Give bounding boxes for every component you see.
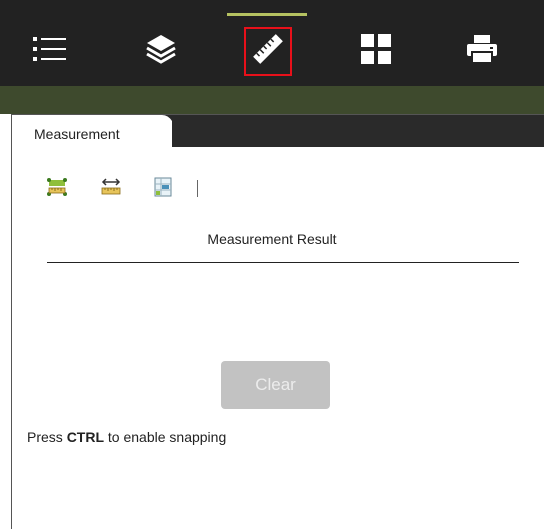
measurement-highlight-box: [244, 27, 292, 76]
toolbar-band: [0, 86, 544, 114]
list-icon: [33, 37, 66, 61]
location-measure-icon: [154, 177, 172, 197]
layers-tool-button[interactable]: [136, 20, 186, 78]
widget-toolbar: [0, 0, 544, 86]
grid-icon: [361, 34, 391, 64]
snapping-hint-suffix: to enable snapping: [104, 429, 227, 445]
layers-icon: [146, 35, 176, 64]
tab-strip: Measurement: [12, 115, 544, 147]
snapping-hint-key: CTRL: [66, 429, 105, 445]
toolbar-separator: [197, 180, 198, 197]
result-divider: [47, 262, 519, 263]
location-measure-button[interactable]: [152, 176, 174, 198]
measurement-result-title: Measurement Result: [207, 231, 337, 247]
print-tool-button[interactable]: [457, 20, 507, 78]
tab-measurement-label: Measurement: [34, 126, 120, 142]
clear-button[interactable]: Clear: [221, 361, 330, 409]
snapping-hint: Press CTRL to enable snapping: [27, 429, 226, 445]
basemap-tool-button[interactable]: [351, 20, 401, 78]
snapping-hint-prefix: Press: [27, 429, 67, 445]
distance-measure-button[interactable]: [100, 176, 122, 198]
active-tool-indicator: [227, 13, 307, 16]
list-tool-button[interactable]: [25, 20, 75, 78]
measurement-panel: Measurement: [11, 114, 544, 529]
area-measure-button[interactable]: [46, 176, 68, 198]
distance-measure-icon: [101, 178, 121, 195]
area-measure-icon: [47, 178, 67, 196]
printer-icon: [467, 35, 497, 64]
